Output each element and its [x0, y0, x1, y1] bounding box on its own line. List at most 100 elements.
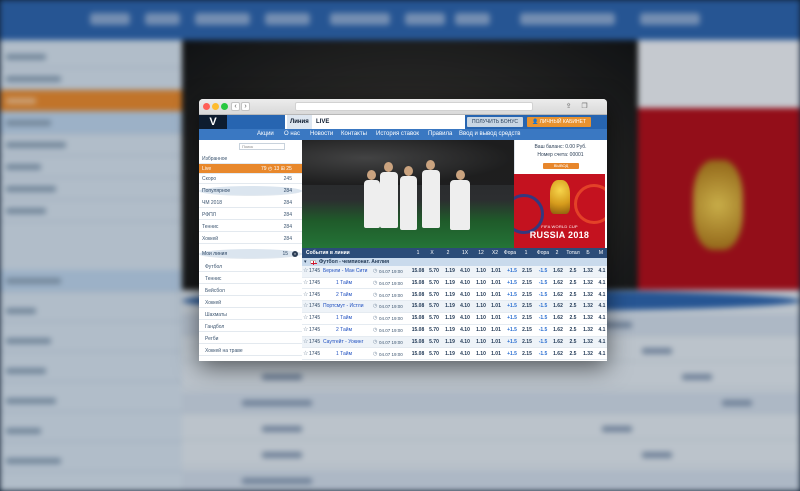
odds-cell[interactable]: +1.5: [505, 337, 519, 349]
odds-cell[interactable]: 1.62: [551, 313, 565, 325]
event-name[interactable]: 1 Тайм: [336, 278, 352, 290]
odds-cell[interactable]: 1.01: [489, 278, 503, 290]
odds-cell[interactable]: 1.62: [551, 349, 565, 361]
sidebar-item-wc2018[interactable]: ЧМ 2018 284: [199, 198, 302, 208]
odds-cell[interactable]: +1.5: [505, 313, 519, 325]
event-row[interactable]: ☆ 1745 Саутгейт - Уокинг ◷ 04.07 19:00 15.08 5…: [302, 336, 607, 349]
odds-cell[interactable]: 2.15: [520, 301, 534, 313]
odds-cell[interactable]: 1.62: [551, 337, 565, 349]
minimize-window-button[interactable]: [212, 103, 219, 110]
odds-cell[interactable]: -1.5: [536, 278, 550, 290]
odds-cell[interactable]: 4.1: [595, 313, 607, 325]
personal-cabinet-button[interactable]: 👤 ЛИЧНЫЙ КАБИНЕТ: [527, 117, 591, 127]
odds-cell[interactable]: +1.5: [505, 349, 519, 361]
odds-cell[interactable]: 4.1: [595, 266, 607, 278]
favorite-star-icon[interactable]: ☆: [303, 337, 308, 349]
odds-cell[interactable]: +1.5: [505, 325, 519, 337]
nav-deposit-withdraw[interactable]: Ввод и вывод средств: [459, 129, 521, 140]
event-row[interactable]: ☆ 1745 1 Тайм ◷ 04.07 19:00 15.08 5.70 1.19 4.10…: [302, 278, 607, 290]
odds-cell[interactable]: 1.01: [489, 325, 503, 337]
odds-cell[interactable]: 1.32: [581, 349, 595, 361]
forward-icon[interactable]: ›: [241, 102, 250, 111]
odds-cell[interactable]: 2.5: [566, 290, 580, 302]
sidebar-sub-baseball[interactable]: Бейсбол: [199, 286, 302, 296]
odds-cell[interactable]: 5.70: [427, 301, 441, 313]
favorite-star-icon[interactable]: ☆: [303, 325, 308, 337]
odds-cell[interactable]: 1.01: [489, 290, 503, 302]
favorite-star-icon[interactable]: ☆: [303, 278, 308, 290]
event-row[interactable]: ☆ 1745 1 Тайм ◷ 04.07 19:00 15.08 5.70 1.19 4.10…: [302, 313, 607, 325]
odds-cell[interactable]: 1.10: [474, 337, 488, 349]
odds-cell[interactable]: 5.70: [427, 337, 441, 349]
odds-cell[interactable]: 15.08: [411, 278, 425, 290]
sidebar-item-rfpl[interactable]: РФПЛ 284: [199, 210, 302, 220]
event-name[interactable]: Портсмут - Истли: [323, 301, 364, 313]
odds-cell[interactable]: +1.5: [505, 266, 519, 278]
event-name[interactable]: 2 Тайм: [336, 290, 352, 302]
odds-cell[interactable]: 4.1: [595, 349, 607, 361]
nav-rules[interactable]: Правила: [428, 129, 452, 140]
odds-cell[interactable]: 5.70: [427, 325, 441, 337]
sidebar-sub-field-hockey[interactable]: Хоккей на траве: [199, 346, 302, 356]
odds-cell[interactable]: 2.5: [566, 337, 580, 349]
odds-cell[interactable]: 15.08: [411, 290, 425, 302]
odds-cell[interactable]: 1.19: [443, 266, 457, 278]
odds-cell[interactable]: 4.1: [595, 325, 607, 337]
odds-cell[interactable]: -1.5: [536, 266, 550, 278]
odds-cell[interactable]: 1.01: [489, 349, 503, 361]
world-cup-ad-banner[interactable]: FIFA WORLD CUP RUSSIA 2018: [514, 174, 605, 248]
event-name[interactable]: 1 Тайм: [336, 349, 352, 361]
sidebar-sub-handball[interactable]: Гандбол: [199, 322, 302, 332]
odds-cell[interactable]: 4.10: [458, 349, 472, 361]
close-window-button[interactable]: [203, 103, 210, 110]
odds-cell[interactable]: -1.5: [536, 301, 550, 313]
odds-cell[interactable]: 1.10: [474, 325, 488, 337]
event-row[interactable]: ☆ 1745 Бернли - Ман Сити ◷ 04.07 19:00 15.08 5…: [302, 266, 607, 278]
odds-cell[interactable]: 15.08: [411, 325, 425, 337]
sidebar-item-tennis[interactable]: Теннис 284: [199, 222, 302, 232]
event-name[interactable]: 1 Тайм: [336, 313, 352, 325]
odds-cell[interactable]: 1.32: [581, 337, 595, 349]
collapse-icon[interactable]: ▾: [304, 258, 307, 266]
odds-cell[interactable]: 1.19: [443, 325, 457, 337]
favorite-star-icon[interactable]: ☆: [303, 290, 308, 302]
odds-cell[interactable]: 4.1: [595, 290, 607, 302]
tab-line[interactable]: Линия: [287, 115, 312, 129]
odds-cell[interactable]: -1.5: [536, 325, 550, 337]
odds-cell[interactable]: +1.5: [505, 278, 519, 290]
odds-cell[interactable]: 2.15: [520, 349, 534, 361]
nav-contacts[interactable]: Контакты: [341, 129, 367, 140]
odds-cell[interactable]: 5.70: [427, 278, 441, 290]
odds-cell[interactable]: 1.62: [551, 301, 565, 313]
withdraw-button[interactable]: ВЫВОД: [543, 163, 579, 169]
event-row[interactable]: ☆ 1745 Портсмут - Истли ◷ 04.07 19:00 15.08 5.…: [302, 301, 607, 313]
odds-cell[interactable]: 1.32: [581, 301, 595, 313]
odds-cell[interactable]: 1.10: [474, 301, 488, 313]
odds-cell[interactable]: 15.08: [411, 337, 425, 349]
address-bar[interactable]: [295, 102, 533, 111]
odds-cell[interactable]: +1.5: [505, 290, 519, 302]
close-icon[interactable]: ×: [292, 251, 298, 257]
odds-cell[interactable]: -1.5: [536, 313, 550, 325]
odds-cell[interactable]: 1.19: [443, 278, 457, 290]
odds-cell[interactable]: 2.15: [520, 313, 534, 325]
odds-cell[interactable]: 2.15: [520, 266, 534, 278]
event-name[interactable]: Саутгейт - Уокинг: [323, 337, 363, 349]
odds-cell[interactable]: 5.70: [427, 290, 441, 302]
odds-cell[interactable]: 15.08: [411, 349, 425, 361]
favorite-star-icon[interactable]: ☆: [303, 266, 308, 278]
league-row[interactable]: ▾ Футбол - чемпионат. Англия: [302, 258, 607, 266]
tabs-icon[interactable]: ❐: [580, 102, 589, 111]
odds-cell[interactable]: 2.15: [520, 325, 534, 337]
odds-cell[interactable]: 1.10: [474, 290, 488, 302]
odds-cell[interactable]: 2.5: [566, 278, 580, 290]
event-name[interactable]: 2 Тайм: [336, 325, 352, 337]
favorite-star-icon[interactable]: ☆: [303, 349, 308, 361]
odds-cell[interactable]: -1.5: [536, 337, 550, 349]
odds-cell[interactable]: 1.10: [474, 278, 488, 290]
odds-cell[interactable]: 5.70: [427, 266, 441, 278]
event-row[interactable]: ☆ 1745 2 Тайм ◷ 04.07 19:00 15.08 5.70 1.19 4.10…: [302, 290, 607, 302]
odds-cell[interactable]: 2.5: [566, 301, 580, 313]
odds-cell[interactable]: 4.10: [458, 301, 472, 313]
sidebar-item-hockey[interactable]: Хоккей 284: [199, 234, 302, 244]
